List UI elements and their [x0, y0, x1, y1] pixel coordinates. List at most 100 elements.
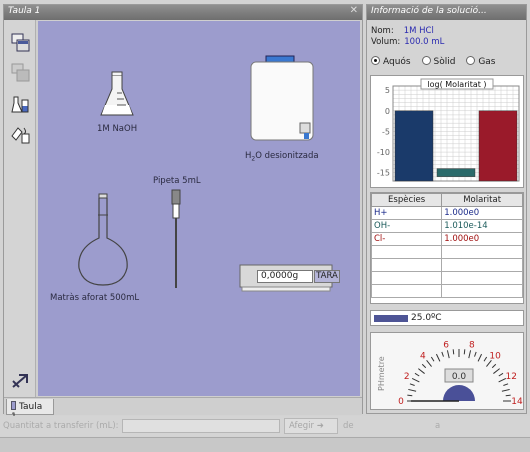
water-label: H2O desionitzada	[245, 151, 319, 163]
species-row: Cl- 1.000e0	[370, 232, 523, 246]
pipette-label: Pipeta 5mL	[153, 176, 201, 186]
status-bar	[0, 437, 530, 452]
radio-dot	[466, 56, 476, 65]
name-value: 1M HCl	[403, 26, 434, 36]
ph-tick	[421, 363, 427, 369]
balance-display: 0,0000g	[257, 270, 313, 283]
radio-gas[interactable]: Gas	[466, 56, 496, 67]
ph-tick	[411, 377, 420, 383]
species-molarity: 1.010e-14	[441, 219, 523, 233]
ph-tick	[491, 363, 497, 369]
transfer-quantity-label: Quantitat a transferir (mL):	[3, 421, 119, 431]
naoh-label: 1M NaOH	[97, 124, 138, 134]
radio-dot	[421, 56, 431, 65]
ph-scale-label: 14	[511, 397, 523, 407]
tara-button[interactable]: TARA	[314, 270, 340, 283]
empty-cell	[370, 284, 443, 298]
molarity-chart-svg: 5 0 -5 -10 -15 log( Molaritat )	[377, 78, 520, 182]
species-row: H+ 1.000e0	[370, 206, 523, 220]
from-label: de	[343, 421, 354, 431]
ph-tick	[446, 350, 450, 359]
species-molarity: 1.000e0	[441, 206, 523, 220]
temperature-display: 25.0ºC	[370, 310, 524, 326]
y-tick-label: -5	[382, 127, 390, 136]
ph-tick	[493, 368, 500, 374]
add-button[interactable]: Afegir ➜	[284, 418, 338, 434]
solution-info-window: Informació de la solució... Nom: 1M HCl V…	[366, 4, 527, 414]
y-tick-label: 0	[385, 107, 390, 116]
species-row: OH- 1.010e-14	[370, 219, 523, 233]
ph-tick	[408, 388, 417, 392]
y-tick-label: 5	[385, 86, 390, 95]
volumetric-flask-icon[interactable]	[73, 193, 133, 288]
ph-tick	[452, 349, 455, 355]
empty-row	[370, 258, 523, 272]
solution-info-title-bar: Informació de la solució...	[367, 5, 526, 20]
species-name: OH-	[370, 219, 443, 233]
y-tick-label: -15	[377, 169, 390, 178]
pour-arrow-icon: ➜	[316, 421, 324, 431]
transfer-quantity-input[interactable]	[122, 419, 280, 433]
empty-cell	[441, 245, 523, 259]
ph-tick	[505, 394, 511, 397]
radio-solid[interactable]: Sòlid	[421, 56, 455, 67]
empty-cell	[441, 271, 523, 285]
airplane-icon[interactable]	[10, 370, 32, 392]
ph-scale-label: 10	[489, 352, 501, 362]
ph-tick	[426, 360, 432, 367]
workbench-title-bar: Taula 1 ✕	[4, 5, 362, 20]
empty-cell	[441, 284, 523, 298]
pour-icon[interactable]	[10, 124, 32, 146]
close-icon[interactable]: ✕	[350, 5, 358, 16]
ph-meter: PHmetre 0 2 4 6 8 10 12 14 0.0	[370, 332, 524, 410]
radio-label: Gas	[478, 57, 496, 67]
ph-tick	[477, 353, 483, 362]
copy-window-icon[interactable]	[10, 32, 32, 54]
y-tick-label: -10	[377, 148, 390, 157]
chart-title: log( Molaritat )	[427, 80, 486, 89]
add-button-label: Afegir	[289, 421, 314, 431]
radio-label: Aquós	[383, 57, 411, 67]
ph-scale-label: 6	[443, 340, 449, 350]
glassware-icon[interactable]	[10, 94, 32, 116]
bar-2	[478, 110, 518, 182]
temperature-value: 25.0ºC	[411, 313, 442, 323]
name-label: Nom:	[371, 26, 394, 36]
paste-window-icon[interactable]	[10, 62, 32, 84]
empty-row	[370, 284, 523, 298]
water-label-rest: O desionitzada	[255, 151, 319, 161]
water-container-icon[interactable]	[248, 55, 320, 145]
ph-tick	[409, 383, 415, 386]
empty-cell	[370, 271, 443, 285]
molarity-header: Molaritat	[441, 193, 523, 207]
ph-tick	[435, 353, 441, 362]
empty-cell	[441, 258, 523, 272]
ph-tick	[414, 372, 420, 377]
ph-scale-label: 2	[404, 372, 410, 382]
ph-scale-label: 12	[506, 372, 517, 382]
ph-tick	[418, 368, 425, 374]
ph-scale-label: 0	[398, 397, 404, 407]
ph-tick	[503, 383, 509, 386]
species-molarity: 1.000e0	[441, 232, 523, 246]
pipette-icon[interactable]	[170, 189, 182, 289]
ph-tick	[501, 388, 510, 392]
workbench-toolbar	[4, 20, 36, 398]
tab-taula-1[interactable]: Taula 1	[6, 399, 54, 422]
species-header: Espècies	[370, 193, 443, 207]
ph-readout: 0.0	[452, 372, 467, 382]
ph-tick	[474, 351, 477, 357]
ph-tick	[498, 372, 504, 377]
species-name: H+	[370, 206, 443, 220]
solution-info-title: Informació de la solució...	[371, 6, 487, 16]
phmeter-label: PHmetre	[377, 356, 386, 391]
empty-row	[370, 271, 523, 285]
bar-1	[436, 168, 476, 177]
empty-cell	[370, 245, 443, 259]
ph-knob	[443, 385, 475, 401]
workbench-area[interactable]: 1M NaOH H2O desionitzada Pipeta 5mL Matr…	[38, 21, 360, 396]
naoh-flask-icon[interactable]	[99, 71, 135, 119]
radio-aquos[interactable]: Aquós	[371, 56, 411, 67]
beaker-tab-icon	[11, 401, 16, 410]
ph-scale-label: 8	[469, 340, 475, 350]
